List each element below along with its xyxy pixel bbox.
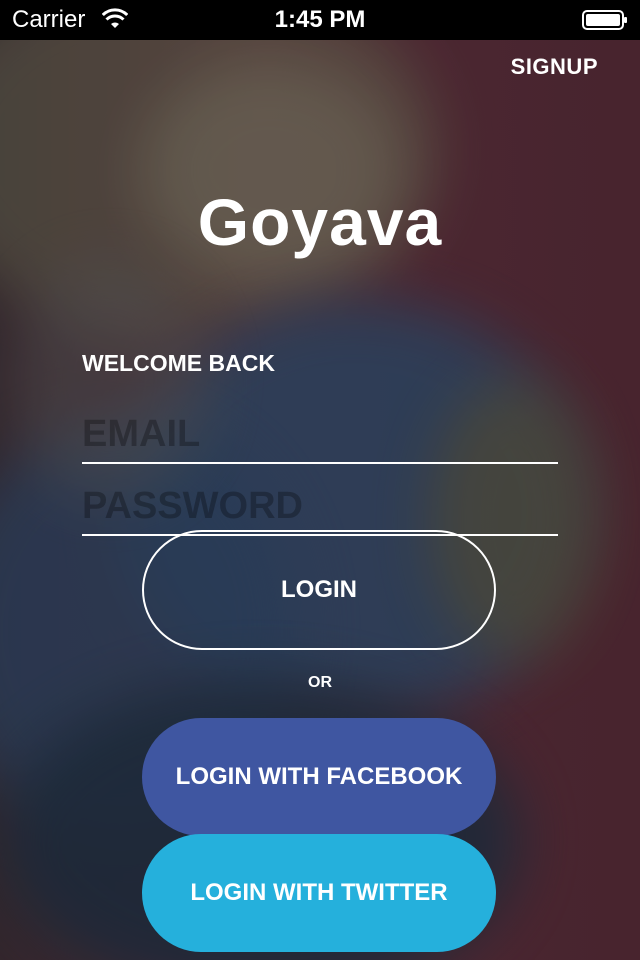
status-bar: Carrier 1:45 PM: [0, 0, 640, 40]
email-field[interactable]: [82, 406, 558, 464]
password-field[interactable]: [82, 478, 558, 536]
login-button[interactable]: LOGIN: [142, 530, 496, 650]
or-divider-label: OR: [308, 674, 332, 691]
battery-icon: [582, 10, 627, 30]
app-title: Goyava: [197, 185, 443, 259]
login-with-twitter-button[interactable]: LOGIN WITH TWITTER: [142, 834, 496, 952]
login-with-facebook-button[interactable]: LOGIN WITH FACEBOOK: [142, 718, 496, 836]
welcome-label: WELCOME BACK: [82, 350, 275, 376]
clock: 1:45 PM: [274, 6, 366, 33]
signup-link[interactable]: SIGNUP: [511, 54, 598, 80]
